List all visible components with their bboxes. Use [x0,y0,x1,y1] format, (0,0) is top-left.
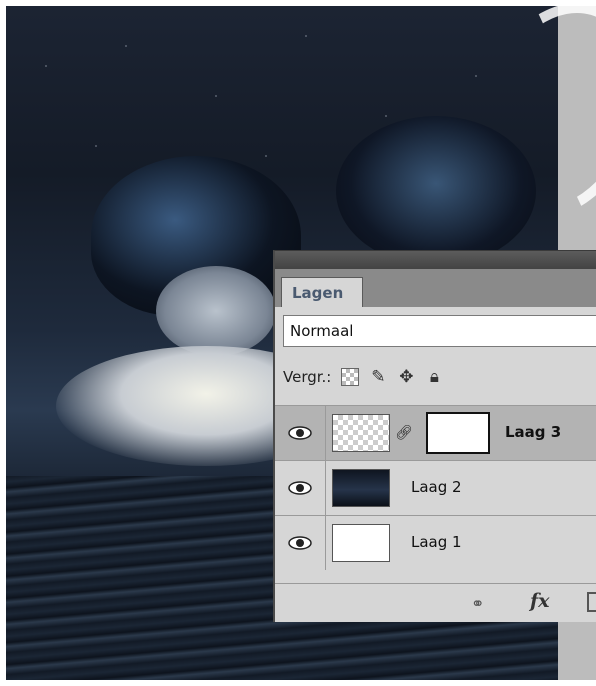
panel-footer: ⚭ fx [275,583,596,624]
layer-name[interactable]: Laag 2 [411,478,462,496]
photo-face [156,266,276,356]
layer-thumbnail[interactable] [332,469,390,507]
visibility-eye-icon[interactable] [275,461,326,515]
layer-name[interactable]: Laag 3 [505,423,561,441]
layer-thumbnail[interactable] [332,524,390,562]
add-mask-icon[interactable] [587,592,596,612]
lock-icon[interactable]: 🔒︎ [425,367,443,387]
blend-mode-select[interactable]: Normaal [283,315,596,347]
panel-titlebar[interactable] [275,251,596,269]
lock-row: Vergr.: ✎ ✥ 🔒︎ [283,363,443,391]
layer-row-laag-3[interactable]: 🔗︎ Laag 3 [275,405,596,460]
layer-row-laag-2[interactable]: Laag 2 [275,460,596,515]
layers-list: 🔗︎ Laag 3 Laag 2 Laag 1 [275,405,596,570]
layers-panel: Lagen Normaal Vergr.: ✎ ✥ 🔒︎ 🔗︎ Laag 3 L… [273,250,596,622]
mask-link-icon[interactable]: 🔗︎ [395,425,413,441]
layer-name[interactable]: Laag 1 [411,533,462,551]
link-layers-icon[interactable]: ⚭ [471,594,484,613]
layer-row-laag-1[interactable]: Laag 1 [275,515,596,570]
brush-icon[interactable]: ✎ [369,367,387,387]
fx-icon[interactable]: fx [530,590,550,612]
visibility-eye-icon[interactable] [275,406,326,460]
layer-thumbnail[interactable] [332,414,390,452]
visibility-eye-icon[interactable] [275,516,326,570]
panel-tab-row: Lagen [275,269,596,307]
layer-mask-thumbnail[interactable] [426,412,490,454]
lock-transparent-icon[interactable] [341,368,360,386]
lock-label: Vergr.: [283,368,332,386]
move-icon[interactable]: ✥ [397,367,415,387]
tab-layers[interactable]: Lagen [281,277,363,307]
